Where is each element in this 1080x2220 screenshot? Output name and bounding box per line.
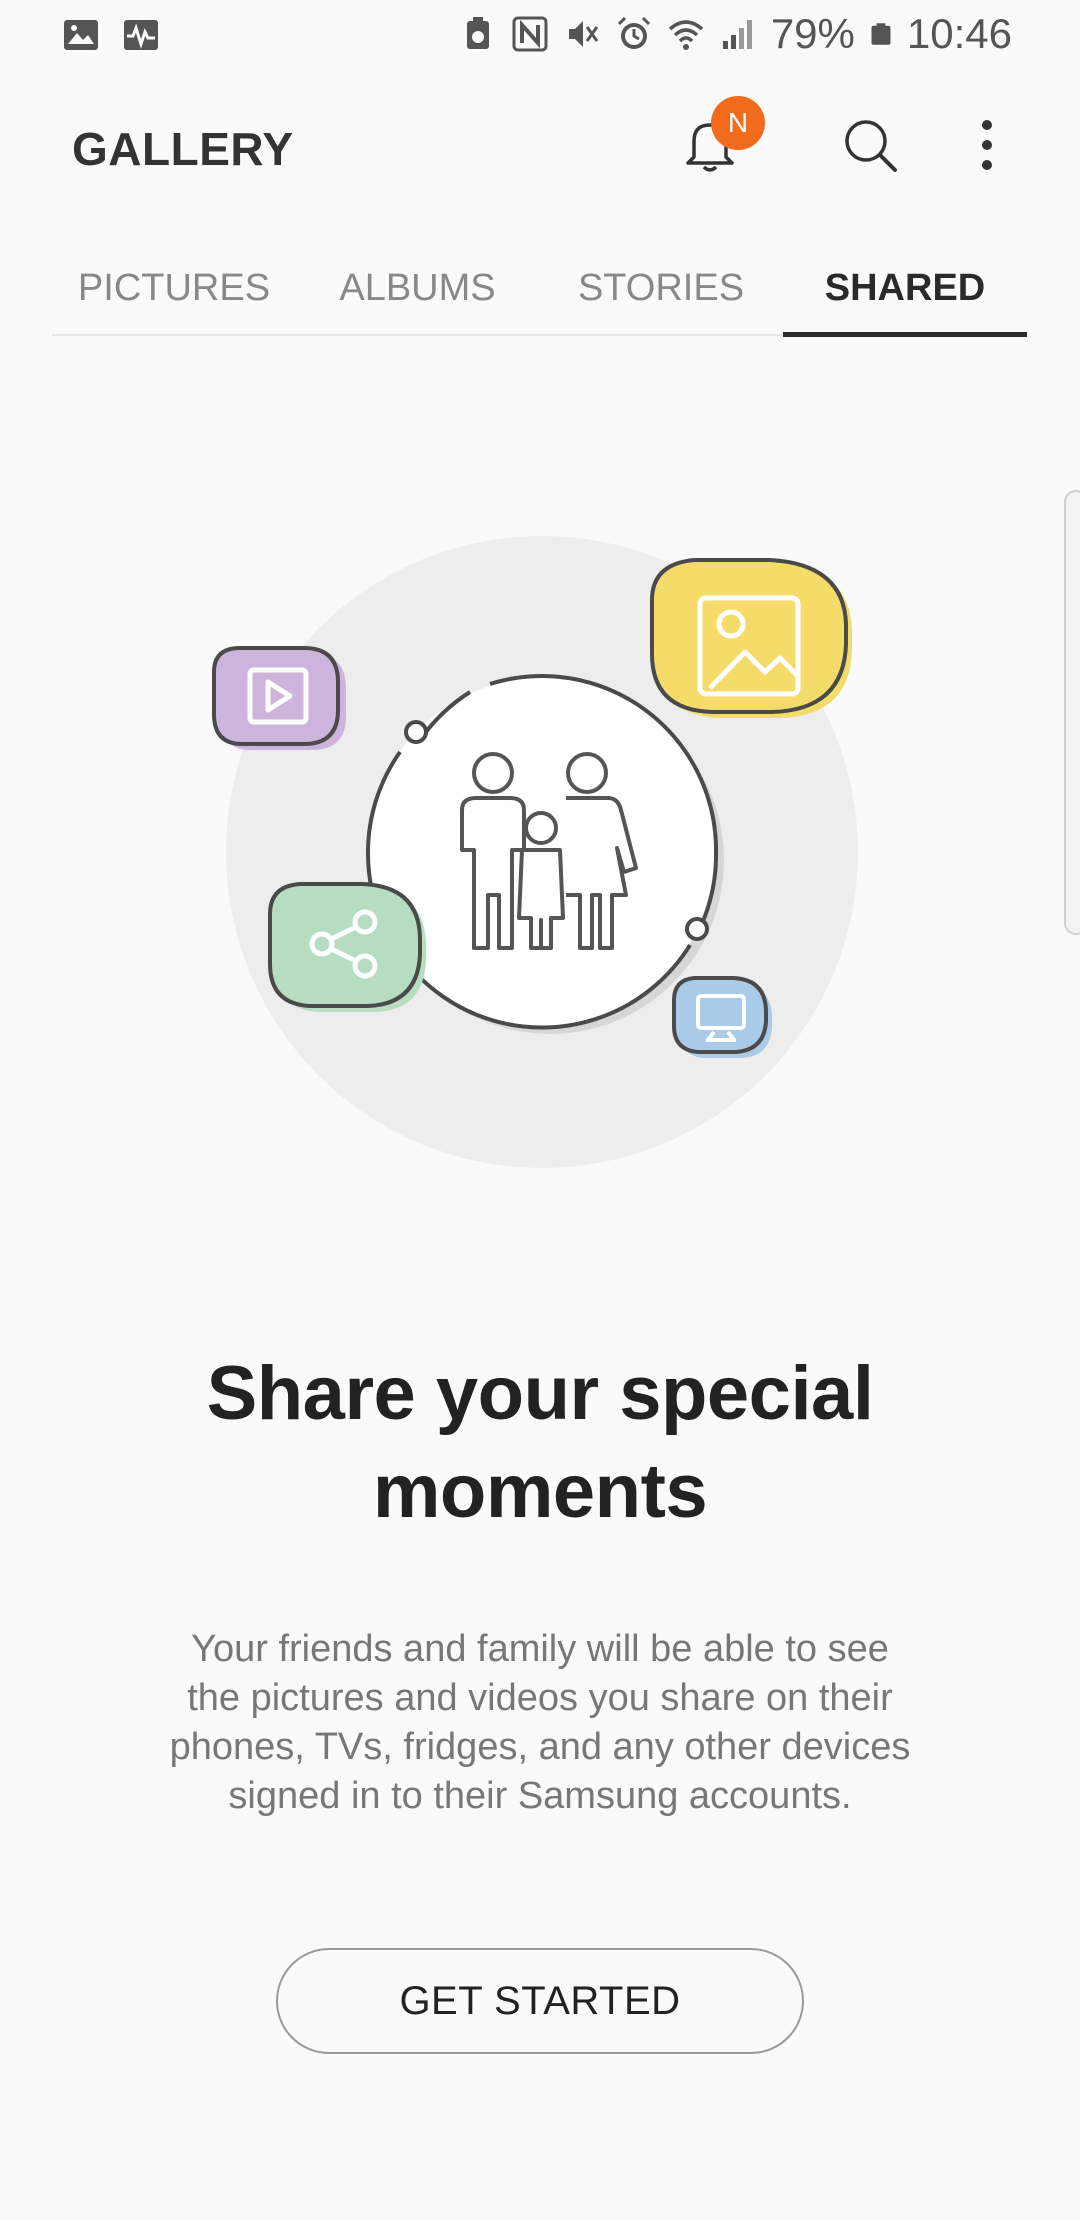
- picture-icon: [650, 558, 852, 718]
- active-tab-indicator: [783, 332, 1027, 337]
- app-header: GALLERY N: [0, 96, 1080, 210]
- notifications-button[interactable]: N: [665, 96, 765, 190]
- description-line-2: the pictures and videos you share on the…: [187, 1677, 893, 1719]
- more-options-button[interactable]: [942, 100, 1032, 190]
- status-right-icons: 79% 10:46: [459, 10, 1012, 58]
- tab-shared[interactable]: SHARED: [783, 240, 1027, 336]
- tab-albums[interactable]: ALBUMS: [296, 240, 539, 336]
- description-line-4: signed in to their Samsung accounts.: [228, 1775, 852, 1817]
- signal-icon: [722, 20, 752, 49]
- vibrate-icon: [568, 21, 599, 47]
- headline-line-1: Share your special: [206, 1351, 874, 1436]
- status-left-icons: [62, 16, 160, 54]
- tab-pictures[interactable]: PICTURES: [52, 240, 296, 336]
- battery-icon: [871, 23, 891, 45]
- description: Your friends and family will be able to …: [110, 1625, 970, 1821]
- description-line-1: Your friends and family will be able to …: [191, 1628, 889, 1670]
- battery-saver-icon: [466, 17, 489, 49]
- tab-stories[interactable]: STORIES: [539, 240, 783, 336]
- activity-icon: [124, 20, 158, 50]
- description-line-3: phones, TVs, fridges, and any other devi…: [169, 1726, 911, 1768]
- status-bar: 79% 10:46: [0, 0, 1080, 70]
- search-icon: [845, 120, 897, 172]
- tab-bar: PICTURES ALBUMS STORIES SHARED: [52, 240, 1027, 337]
- headline-line-2: moments: [372, 1449, 708, 1534]
- nfc-icon: [512, 16, 548, 52]
- headline: Share your special moments: [90, 1345, 990, 1541]
- app-title: GALLERY: [72, 123, 294, 175]
- tv-icon: [672, 976, 772, 1058]
- share-icon: [268, 882, 426, 1012]
- image-icon: [64, 20, 98, 50]
- alarm-icon: [617, 16, 650, 49]
- video-icon: [212, 646, 346, 750]
- notification-badge: N: [711, 96, 765, 150]
- get-started-button[interactable]: GET STARTED: [276, 1948, 804, 2054]
- clock: 10:46: [906, 10, 1012, 57]
- search-button[interactable]: [825, 100, 915, 190]
- battery-percent: 79%: [770, 10, 855, 57]
- more-vertical-icon: [982, 120, 992, 170]
- wifi-icon: [668, 20, 703, 50]
- share-illustration: [212, 536, 858, 1168]
